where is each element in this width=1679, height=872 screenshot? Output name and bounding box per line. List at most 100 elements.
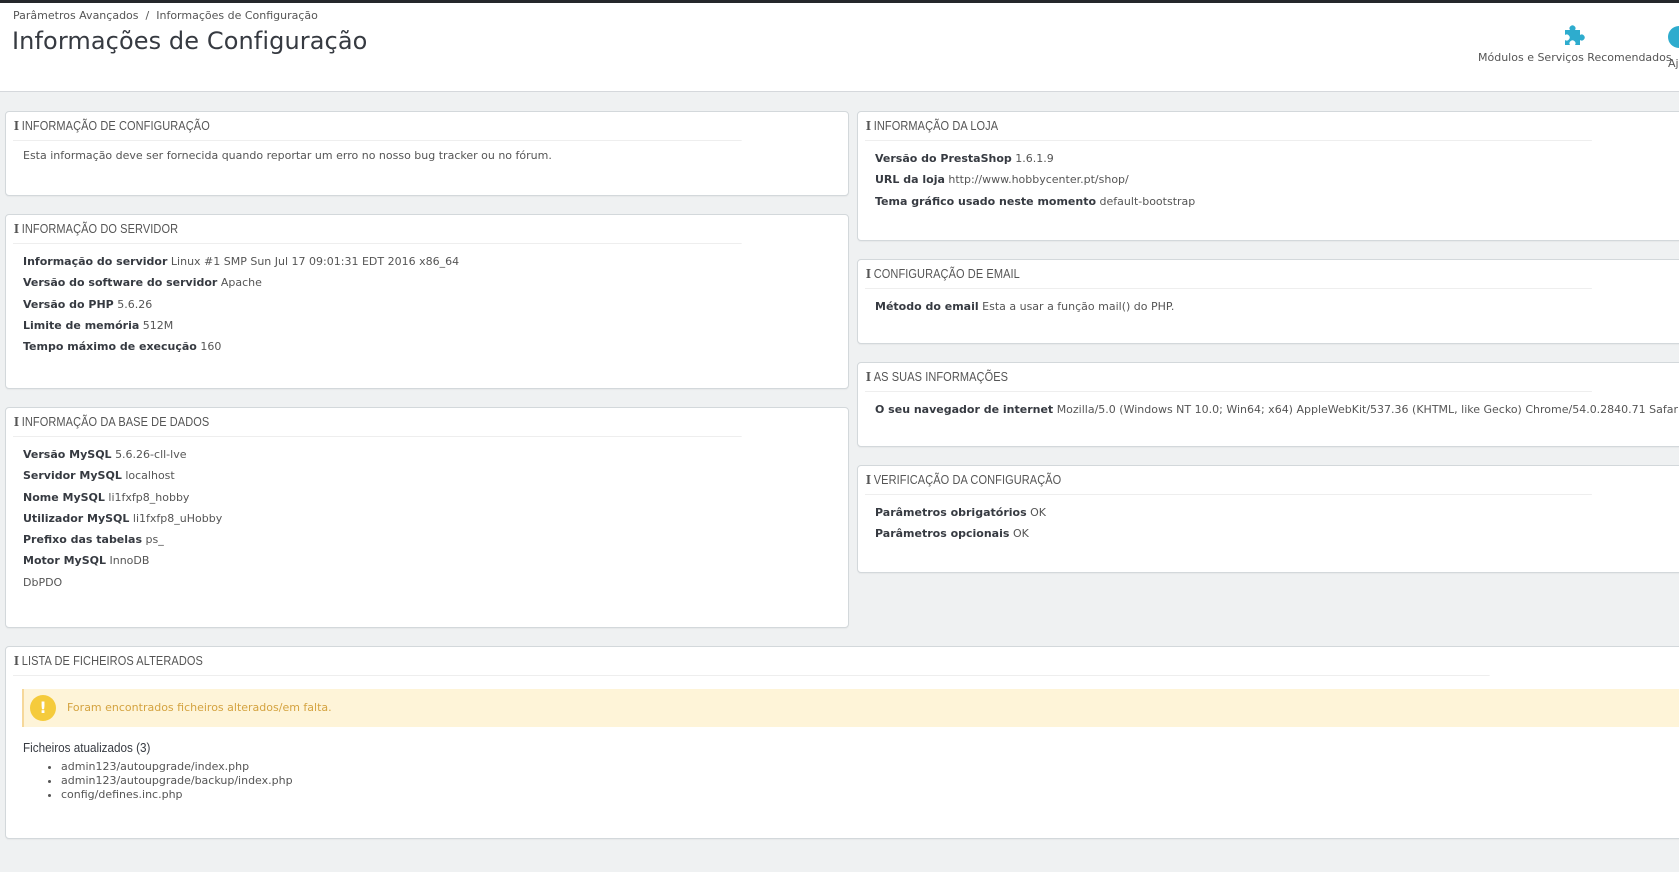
server-info-body: Informação do servidor Linux #1 SMP Sun … — [6, 244, 848, 357]
panel-title: CONFIGURAÇÃO DE EMAIL — [873, 267, 1020, 281]
info-row: Informação do servidor Linux #1 SMP Sun … — [23, 251, 831, 272]
panel-heading: i VERIFICAÇÃO DA CONFIGURAÇÃO — [865, 466, 1592, 495]
server-info-panel: i INFORMAÇÃO DO SERVIDOR Informação do se… — [5, 214, 849, 389]
your-info-panel: i AS SUAS INFORMAÇÕES O seu navegador de … — [857, 362, 1679, 447]
panel-title: INFORMAÇÃO DE CONFIGURAÇÃO — [21, 119, 210, 133]
info-row: Versão do PrestaShop 1.6.1.9 — [875, 148, 1679, 169]
info-row: DbPDO — [23, 572, 831, 593]
recommended-modules-button[interactable]: Módulos e Serviços Recomendados — [1478, 20, 1672, 64]
changed-files-panel: i LISTA DE FICHEIROS ALTERADOS ! Foram en… — [5, 646, 1679, 839]
info-row: Parâmetros obrigatórios OK — [875, 502, 1679, 523]
row-value: ps_ — [145, 533, 164, 547]
warning-icon: ! — [30, 695, 56, 721]
row-value: Esta a usar a função mail() do PHP. — [982, 300, 1175, 313]
config-check-panel: i VERIFICAÇÃO DA CONFIGURAÇÃO Parâmetros … — [857, 465, 1679, 573]
store-info-body: Versão do PrestaShop 1.6.1.9 URL da loja… — [858, 141, 1679, 212]
info-row: Tempo máximo de execução 160 — [23, 336, 831, 357]
recommended-modules-label: Módulos e Serviços Recomendados — [1478, 51, 1672, 64]
row-value: li1fxfp8_uHobby — [132, 511, 223, 525]
panel-title: AS SUAS INFORMAÇÕES — [873, 370, 1009, 384]
help-icon — [1668, 26, 1679, 48]
row-value: DbPDO — [23, 575, 63, 589]
info-icon: i — [865, 472, 872, 487]
info-row: Utilizador MySQL li1fxfp8_uHobby — [23, 508, 831, 529]
changed-files-alert: ! Foram encontrados ficheiros alterados/… — [22, 689, 1679, 727]
row-label: Nome MySQL — [23, 490, 105, 504]
info-row: Motor MySQL InnoDB — [23, 550, 831, 571]
database-info-panel: i INFORMAÇÃO DA BASE DE DADOS Versão MySQ… — [5, 407, 849, 628]
panel-title: INFORMAÇÃO DA LOJA — [873, 119, 999, 133]
breadcrumb-parent-link[interactable]: Parâmetros Avançados — [13, 9, 139, 22]
row-value: 160 — [200, 340, 222, 354]
info-icon: i — [865, 369, 872, 384]
row-value: Apache — [220, 276, 262, 290]
help-label: Aj — [1668, 57, 1679, 70]
row-label: Utilizador MySQL — [23, 511, 130, 525]
row-value: OK — [1030, 506, 1046, 519]
info-row: Prefixo das tabelas ps_ — [23, 529, 831, 550]
your-info-body: O seu navegador de internet Mozilla/5.0 … — [858, 392, 1679, 420]
info-row: Versão MySQL 5.6.26-cll-lve — [23, 444, 831, 465]
row-label: Motor MySQL — [23, 554, 106, 568]
panel-heading: i LISTA DE FICHEIROS ALTERADOS — [13, 647, 1490, 676]
row-label: Versão MySQL — [23, 448, 112, 461]
panel-heading: i INFORMAÇÃO DO SERVIDOR — [13, 215, 742, 244]
info-row: Método do email Esta a usar a função mai… — [875, 296, 1679, 317]
row-value: 512M — [142, 318, 174, 332]
row-label: Servidor MySQL — [23, 469, 122, 483]
row-value: 5.6.26 — [117, 297, 153, 311]
row-value: Linux #1 SMP Sun Jul 17 09:01:31 EDT 201… — [170, 255, 460, 268]
info-row: Parâmetros opcionais OK — [875, 523, 1679, 544]
info-icon: i — [13, 414, 20, 429]
panel-heading: i AS SUAS INFORMAÇÕES — [865, 363, 1592, 392]
info-row: Versão do software do servidor Apache — [23, 272, 831, 293]
config-info-panel: i INFORMAÇÃO DE CONFIGURAÇÃO Esta informa… — [5, 111, 849, 196]
panel-heading: i INFORMAÇÃO DA BASE DE DADOS — [13, 408, 742, 437]
panel-title: LISTA DE FICHEIROS ALTERADOS — [21, 654, 203, 668]
store-url-link[interactable]: http://www.hobbycenter.pt/shop/ — [948, 173, 1128, 186]
store-info-panel: i INFORMAÇÃO DA LOJA Versão do PrestaShop… — [857, 111, 1679, 241]
info-row: Tema gráfico usado neste momento default… — [875, 191, 1679, 212]
row-label: Informação do servidor — [23, 255, 168, 268]
row-label: Versão do software do servidor — [23, 276, 218, 290]
row-value: 1.6.1.9 — [1015, 152, 1054, 165]
row-value: li1fxfp8_hobby — [108, 490, 190, 504]
row-label: Método do email — [875, 300, 979, 313]
panel-title: VERIFICAÇÃO DA CONFIGURAÇÃO — [873, 473, 1062, 487]
list-item: config/defines.inc.php — [61, 788, 1679, 802]
breadcrumb-separator: / — [145, 9, 150, 22]
list-item: admin123/autoupgrade/index.php — [61, 760, 1679, 774]
row-label: Parâmetros obrigatórios — [875, 506, 1027, 519]
info-row: Nome MySQL li1fxfp8_hobby — [23, 487, 831, 508]
info-row: O seu navegador de internet Mozilla/5.0 … — [875, 399, 1679, 420]
email-config-body: Método do email Esta a usar a função mai… — [858, 289, 1679, 317]
row-label: Tempo máximo de execução — [23, 340, 197, 354]
list-item: admin123/autoupgrade/backup/index.php — [61, 774, 1679, 788]
email-config-panel: i CONFIGURAÇÃO DE EMAIL Método do email E… — [857, 259, 1679, 344]
page-header: Parâmetros Avançados / Informações de Conf… — [0, 3, 1679, 92]
info-icon: i — [865, 118, 872, 133]
updated-files-list: admin123/autoupgrade/index.php admin123/… — [40, 760, 1679, 802]
info-icon: i — [865, 266, 872, 281]
info-row: URL da loja http://www.hobbycenter.pt/sh… — [875, 169, 1679, 190]
page-title: Informações de Configuração — [12, 27, 368, 55]
panel-title: INFORMAÇÃO DA BASE DE DADOS — [21, 415, 210, 429]
info-row: Servidor MySQL localhost — [23, 465, 831, 486]
row-label: Prefixo das tabelas — [23, 533, 143, 547]
row-value: Mozilla/5.0 (Windows NT 10.0; Win64; x64… — [1056, 403, 1679, 416]
info-icon: i — [13, 118, 20, 133]
panel-heading: i CONFIGURAÇÃO DE EMAIL — [865, 260, 1592, 289]
panel-heading: i INFORMAÇÃO DE CONFIGURAÇÃO — [13, 112, 742, 141]
row-value: 5.6.26-cll-lve — [115, 448, 187, 461]
row-value: default-bootstrap — [1099, 194, 1196, 208]
config-check-body: Parâmetros obrigatórios OK Parâmetros op… — [858, 495, 1679, 545]
row-value: localhost — [125, 469, 175, 483]
updated-files-title: Ficheiros atualizados (3) — [23, 740, 151, 755]
panel-title: INFORMAÇÃO DO SERVIDOR — [21, 222, 179, 236]
database-info-body: Versão MySQL 5.6.26-cll-lve Servidor MyS… — [6, 437, 848, 593]
row-label: Tema gráfico usado neste momento — [875, 194, 1097, 208]
row-label: Versão do PrestaShop — [875, 152, 1012, 165]
help-button[interactable]: Aj — [1668, 20, 1679, 70]
breadcrumb-current: Informações de Configuração — [156, 9, 318, 22]
panel-heading: i INFORMAÇÃO DA LOJA — [865, 112, 1592, 141]
